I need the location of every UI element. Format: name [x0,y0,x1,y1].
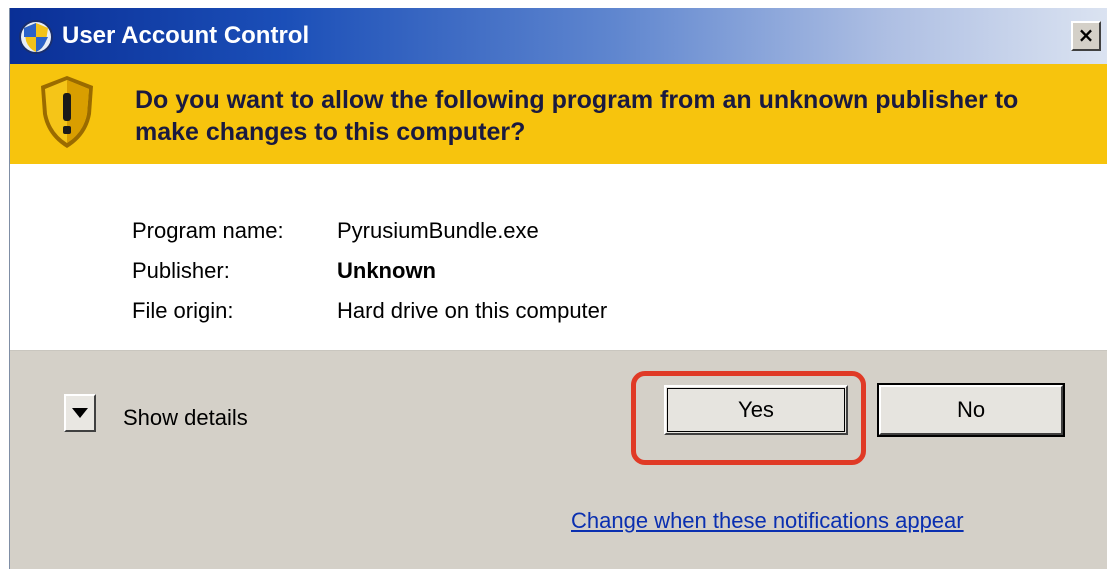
uac-dialog: User Account Control × Do you want to al… [9,8,1107,569]
no-button[interactable]: No [877,383,1065,437]
publisher-value: Unknown [337,258,436,283]
file-origin-value: Hard drive on this computer [337,298,608,323]
program-details: Program name: PyrusiumBundle.exe Publish… [10,164,1107,351]
warning-headline: Do you want to allow the following progr… [135,86,1019,146]
warning-banner: Do you want to allow the following progr… [10,64,1107,164]
program-name-label: Program name: [132,218,284,243]
uac-shield-icon [19,20,53,54]
close-button[interactable]: × [1071,21,1101,51]
warning-shield-icon [41,76,93,148]
show-details-toggle[interactable] [64,394,96,432]
program-name-value: PyrusiumBundle.exe [337,218,539,243]
publisher-label: Publisher: [132,258,230,283]
file-origin-label: File origin: [132,298,234,323]
title-bar: User Account Control × [10,8,1107,64]
window-title: User Account Control [62,22,310,49]
change-notifications-link[interactable]: Change when these notifications appear [571,506,964,536]
annotation-highlight [631,371,866,465]
show-details-label[interactable]: Show details [123,404,248,432]
chevron-down-icon [72,408,88,418]
